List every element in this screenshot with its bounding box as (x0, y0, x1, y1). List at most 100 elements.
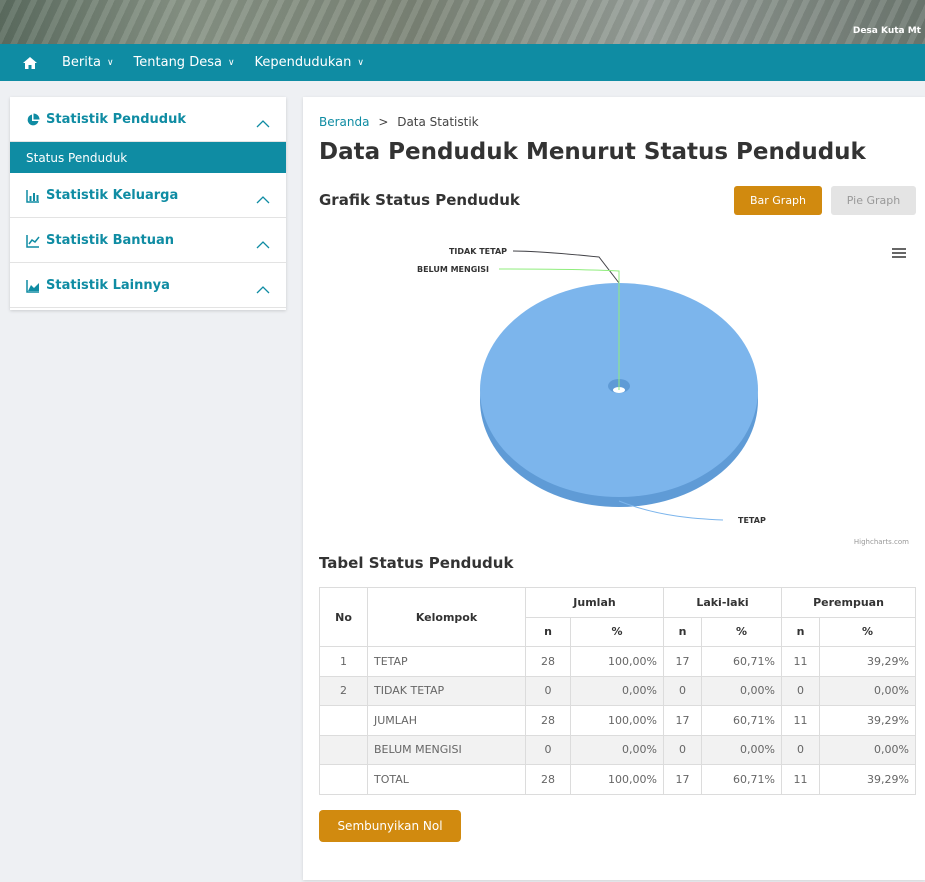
table-cell-jn: 28 (525, 646, 571, 677)
sidebar: Statistik Penduduk Status Penduduk Stati… (10, 97, 286, 310)
chevron-up-icon[interactable] (256, 114, 270, 128)
pie-label-belum-mengisi: BELUM MENGISI (417, 265, 489, 274)
table-heading: Tabel Status Penduduk (319, 554, 514, 572)
chevron-up-icon[interactable] (256, 190, 270, 204)
main-content: Beranda > Data Statistik Data Penduduk M… (303, 97, 925, 880)
table-cell-pn: 0 (781, 675, 820, 706)
table-cell-kelompok: TETAP (367, 646, 526, 677)
table-cell-kelompok: TIDAK TETAP (367, 675, 526, 706)
page-title: Data Penduduk Menurut Status Penduduk (319, 139, 866, 165)
table-cell-jp: 100,00% (570, 646, 664, 677)
site-name[interactable]: Desa Kuta Mt (853, 26, 921, 36)
chart-heading: Grafik Status Penduduk (319, 191, 520, 209)
chevron-down-icon: ∨ (227, 57, 235, 68)
bar-chart-icon (26, 188, 40, 203)
pie-connector-tidak-tetap (512, 250, 620, 284)
table-cell-pp: 0,00% (819, 675, 916, 706)
header-banner: Desa Kuta Mt (0, 0, 925, 44)
sidebar-section-statistik-keluarga[interactable]: Statistik Keluarga (10, 173, 286, 218)
sidebar-item-status-penduduk[interactable]: Status Penduduk (10, 142, 286, 173)
table-cell-pp: 39,29% (819, 764, 916, 795)
header-jumlah: Jumlah (525, 587, 664, 618)
pie-graph-button[interactable]: Pie Graph (831, 186, 916, 215)
chevron-up-icon[interactable] (256, 235, 270, 249)
table-cell-ln: 17 (663, 646, 702, 677)
table-cell-ln: 0 (663, 734, 702, 765)
chevron-down-icon: ∨ (357, 57, 364, 68)
table-row: 2 TIDAK TETAP 0 0,00% 0 0,00% 0 0,00% (319, 675, 916, 706)
sidebar-section-label: Statistik Bantuan (46, 232, 175, 248)
hide-zero-button[interactable]: Sembunyikan Nol (319, 810, 461, 842)
header-kelompok: Kelompok (367, 587, 526, 647)
table-cell-pn: 11 (781, 705, 820, 736)
table-cell-pp: 39,29% (819, 705, 916, 736)
status-penduduk-table: No Kelompok Jumlah Laki-laki Perempuan n… (319, 587, 916, 795)
table-cell-lp: 60,71% (701, 646, 782, 677)
header-perempuan: Perempuan (781, 587, 916, 618)
table-cell-lp: 60,71% (701, 705, 782, 736)
nav-item-kependudukan[interactable]: Kependudukan ∨ (255, 55, 364, 70)
table-cell-kelompok: TOTAL (367, 764, 526, 795)
table-cell-pn: 11 (781, 646, 820, 677)
header-pct: % (819, 616, 916, 647)
table-cell-no (319, 734, 368, 765)
table-row: JUMLAH 28 100,00% 17 60,71% 11 39,29% (319, 705, 916, 736)
table-cell-kelompok: BELUM MENGISI (367, 734, 526, 765)
table-cell-jp: 0,00% (570, 675, 664, 706)
table-cell-pn: 11 (781, 764, 820, 795)
breadcrumb-separator: > (378, 115, 389, 129)
table-cell-no: 1 (319, 646, 368, 677)
sidebar-section-statistik-lainnya[interactable]: Statistik Lainnya (10, 263, 286, 308)
area-chart-icon (26, 278, 40, 293)
table-cell-ln: 17 (663, 705, 702, 736)
table-cell-lp: 0,00% (701, 734, 782, 765)
table-cell-kelompok: JUMLAH (367, 705, 526, 736)
chevron-up-icon[interactable] (256, 280, 270, 294)
nav-label: Tentang Desa (133, 55, 222, 70)
pie-label-tetap: TETAP (738, 516, 766, 525)
table-cell-no: 2 (319, 675, 368, 706)
table-cell-jp: 100,00% (570, 705, 664, 736)
nav-label: Kependudukan (254, 55, 352, 70)
table-cell-lp: 60,71% (701, 764, 782, 795)
table-cell-jn: 0 (525, 734, 571, 765)
table-cell-jp: 100,00% (570, 764, 664, 795)
sidebar-section-statistik-bantuan[interactable]: Statistik Bantuan (10, 218, 286, 263)
table-body: 1 TETAP 28 100,00% 17 60,71% 11 39,29% 2 TIDAK TE… (319, 646, 916, 795)
table-cell-jn: 28 (525, 764, 571, 795)
table-cell-ln: 17 (663, 764, 702, 795)
table-cell-pp: 0,00% (819, 734, 916, 765)
pie-chart-icon (26, 112, 40, 126)
table-cell-no (319, 764, 368, 795)
header-no: No (319, 587, 368, 647)
chart-credits[interactable]: Highcharts.com (854, 538, 909, 546)
chevron-down-icon: ∨ (106, 57, 114, 68)
line-chart-icon (26, 233, 40, 248)
nav-item-tentang-desa[interactable]: Tentang Desa ∨ (134, 55, 235, 70)
header-n: n (525, 616, 571, 647)
sidebar-section-label: Statistik Keluarga (46, 187, 179, 203)
main-navbar: Berita ∨ Tentang Desa ∨ Kependudukan ∨ (0, 44, 925, 81)
header-n: n (663, 616, 702, 647)
bar-graph-button[interactable]: Bar Graph (734, 186, 822, 215)
breadcrumb: Beranda > Data Statistik (319, 115, 479, 129)
table-cell-ln: 0 (663, 675, 702, 706)
table-cell-jn: 28 (525, 705, 571, 736)
table-cell-lp: 0,00% (701, 675, 782, 706)
sidebar-section-label: Statistik Penduduk (46, 111, 186, 127)
header-laki-laki: Laki-laki (663, 587, 782, 618)
sidebar-section-label: Statistik Lainnya (46, 277, 170, 293)
header-n: n (781, 616, 820, 647)
home-icon[interactable] (22, 54, 40, 72)
table-cell-jp: 0,00% (570, 734, 664, 765)
table-row: BELUM MENGISI 0 0,00% 0 0,00% 0 0,00% (319, 734, 916, 765)
table-row: TOTAL 28 100,00% 17 60,71% 11 39,29% (319, 764, 916, 795)
nav-item-berita[interactable]: Berita ∨ (62, 55, 114, 70)
breadcrumb-current: Data Statistik (397, 115, 479, 129)
pie-label-tidak-tetap: TIDAK TETAP (449, 247, 507, 256)
table-cell-no (319, 705, 368, 736)
sidebar-section-statistik-penduduk[interactable]: Statistik Penduduk (10, 97, 286, 142)
table-cell-pn: 0 (781, 734, 820, 765)
breadcrumb-home-link[interactable]: Beranda (319, 115, 369, 129)
table-cell-pp: 39,29% (819, 646, 916, 677)
